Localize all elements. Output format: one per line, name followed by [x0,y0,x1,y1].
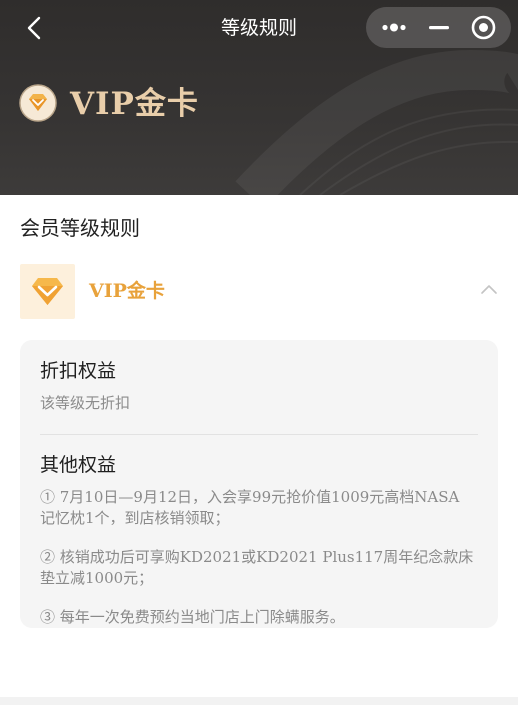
benefit-item: ② 核销成功后可享购KD2021或KD2021 Plus117周年纪念款床 垫立… [40,547,480,589]
more-dots-icon[interactable] [380,17,408,38]
diamond-badge-icon [32,278,63,305]
discount-text: 该等级无折扣 [40,394,131,412]
header-banner: 等级规则 VIP金卡 [0,0,518,195]
benefit-line: ③ 每年一次免费预约当地门店上门除螨服务。 [40,608,345,626]
discount-title: 折扣权益 [40,360,117,382]
chevron-up-icon[interactable] [480,283,498,295]
benefits-card: 折扣权益 该等级无折扣 其他权益 ① 7月10日—9月12日，入会享99元抢价值… [20,340,498,628]
minimize-icon[interactable] [426,17,452,38]
bottom-edge [0,697,518,705]
benefit-line: 记忆枕1个，到店核销领取； [40,509,230,527]
other-benefits-title: 其他权益 [40,454,117,476]
diamond-badge-icon [19,84,57,122]
capsule-menu [366,7,511,48]
section-title: 会员等级规则 [20,216,140,240]
close-circle-icon[interactable] [470,14,497,41]
level-header-vip-gold[interactable]: VIP金卡 [20,264,498,319]
benefit-item: ③ 每年一次免费预约当地门店上门除螨服务。 [40,607,480,628]
hero-title: VIP金卡 [70,86,199,122]
benefit-line: ② 核销成功后可享购KD2021或KD2021 Plus117周年纪念款床 [40,548,474,566]
level-badge [20,264,75,319]
benefit-line: 垫立减1000元； [40,569,154,587]
level-name: VIP金卡 [89,280,165,302]
benefit-line: ① 7月10日—9月12日，入会享99元抢价值1009元高档NASA [40,488,460,506]
benefit-item: ① 7月10日—9月12日，入会享99元抢价值1009元高档NASA 记忆枕1个… [40,487,480,529]
nav-bar: 等级规则 [0,0,518,56]
divider [40,434,478,435]
